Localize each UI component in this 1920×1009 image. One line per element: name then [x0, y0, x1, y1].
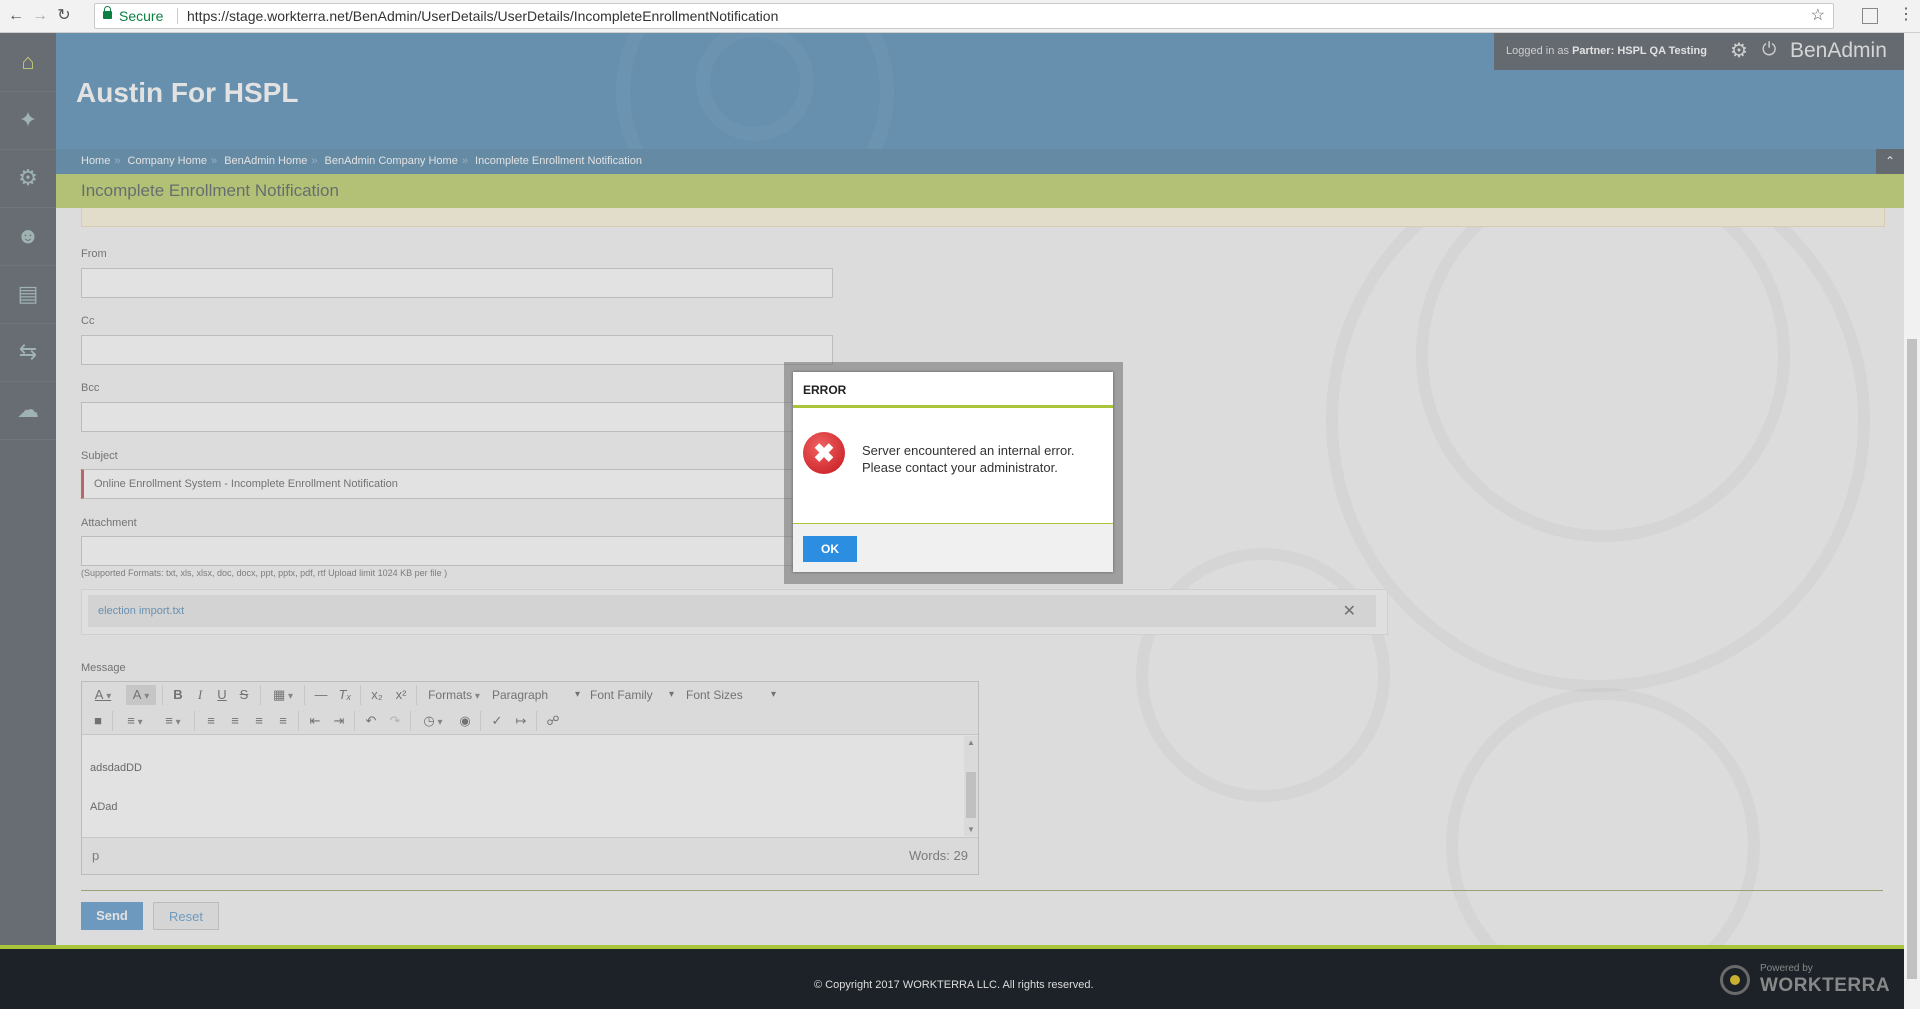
browser-toolbar: ← → ↻ Secure https://stage.workterra.net… [0, 0, 1920, 33]
workterra-logo-icon [1720, 965, 1750, 995]
brand-text: WORKTERRA [1760, 975, 1891, 996]
workterra-logo: Powered by WORKTERRA [1720, 961, 1890, 1001]
dialog-footer: OK [793, 523, 1113, 572]
error-icon: ✖ [803, 432, 845, 474]
address-bar[interactable]: Secure https://stage.workterra.net/BenAd… [94, 3, 1834, 29]
dialog-message: Server encountered an internal error. Pl… [862, 443, 1075, 475]
page-scrollbar-thumb[interactable] [1907, 339, 1917, 979]
error-dialog: ERROR ✖ Server encountered an internal e… [793, 372, 1113, 572]
reload-icon[interactable]: ↻ [54, 6, 74, 26]
secure-label: Secure [119, 8, 164, 24]
page-scrollbar[interactable] [1904, 33, 1920, 1009]
copyright-text: © Copyright 2017 WORKTERRA LLC. All righ… [814, 979, 1094, 991]
footer: © Copyright 2017 WORKTERRA LLC. All righ… [0, 945, 1904, 1009]
forward-icon[interactable]: → [30, 6, 50, 26]
ok-button[interactable]: OK [803, 536, 857, 562]
url-text[interactable]: https://stage.workterra.net/BenAdmin/Use… [187, 4, 778, 28]
bookmark-star-icon[interactable]: ☆ [1811, 4, 1825, 28]
dialog-header: ERROR [793, 372, 1113, 408]
back-icon[interactable]: ← [6, 6, 26, 26]
browser-menu-icon[interactable]: ⋮ [1898, 4, 1914, 24]
lock-icon [103, 6, 112, 19]
powered-by-text: Powered by [1760, 963, 1813, 974]
dialog-title: ERROR [803, 383, 847, 397]
extension-icon[interactable] [1862, 8, 1878, 24]
address-separator [177, 8, 178, 24]
